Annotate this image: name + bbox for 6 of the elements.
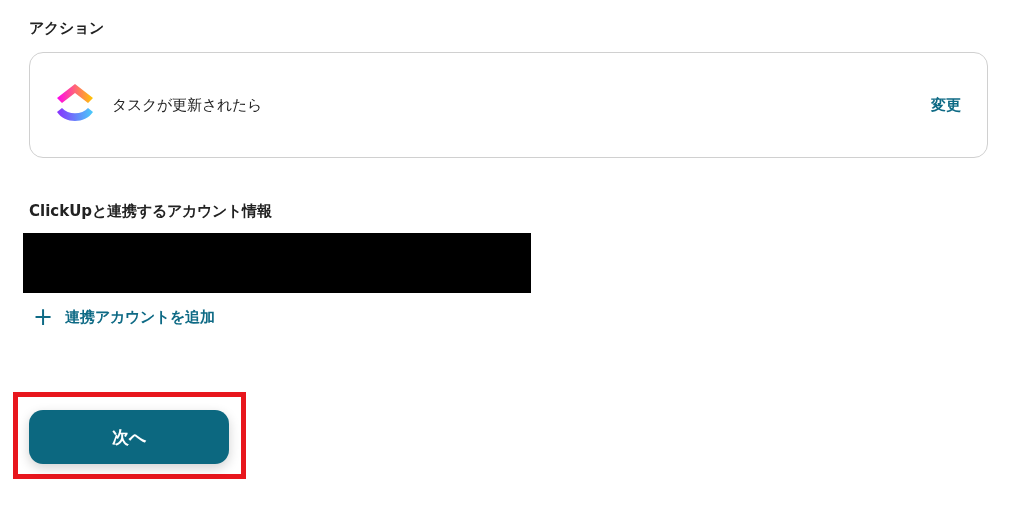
section-title: アクション bbox=[29, 18, 105, 39]
section-title: ClickUpと連携するアカウント情報 bbox=[29, 201, 274, 222]
add-account-link[interactable]: + 連携アカウントを追加 bbox=[33, 307, 216, 327]
change-link[interactable]: 変更 bbox=[931, 95, 961, 115]
next-button[interactable]: 次へ bbox=[29, 410, 229, 464]
trigger-label: タスクが更新されたら bbox=[112, 95, 263, 115]
